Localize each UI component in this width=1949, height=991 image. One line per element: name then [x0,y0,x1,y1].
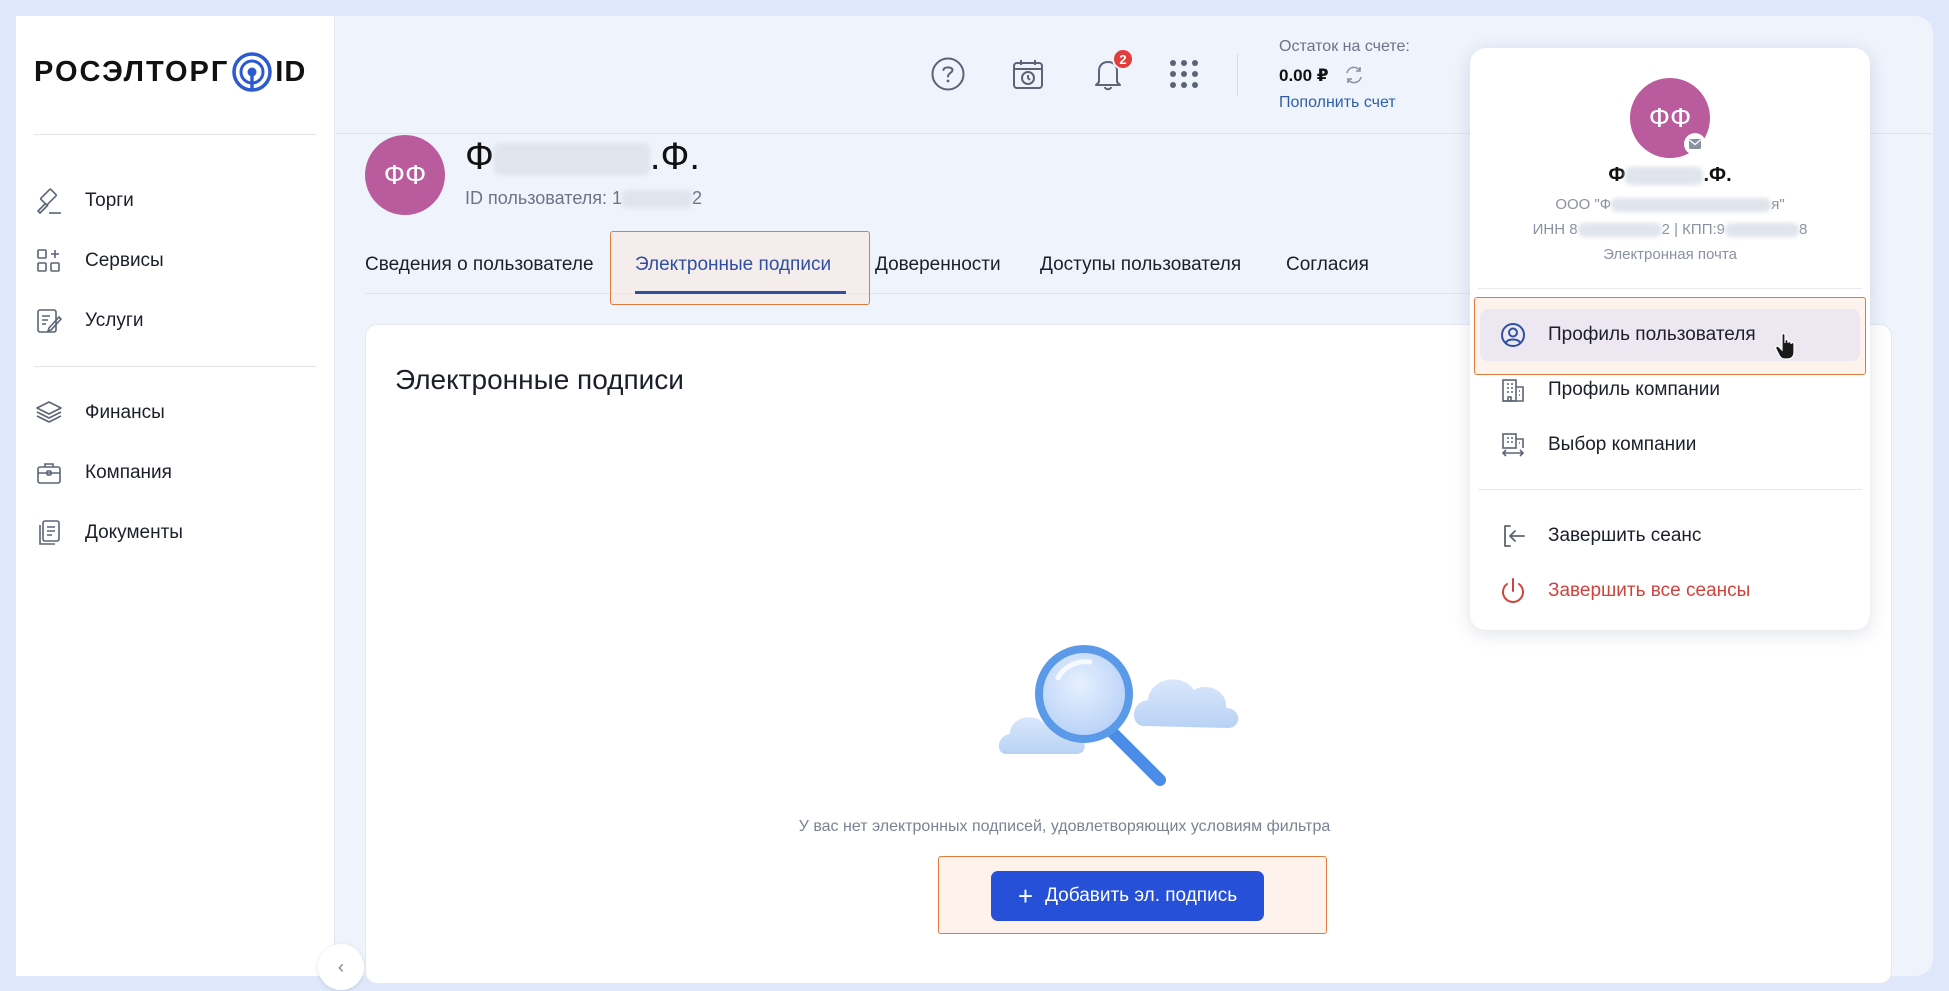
logo[interactable]: РОСЭЛТОРГ ID [34,52,306,92]
mail-badge [1684,133,1706,155]
dropdown-name-end: .Ф. [1703,164,1732,186]
active-tab-underline [635,291,846,294]
notifications-button[interactable]: 2 [1088,48,1134,94]
mail-icon [1689,139,1701,149]
help-button[interactable] [928,54,968,94]
gavel-icon [34,186,64,216]
user-circle-icon [1498,320,1528,350]
add-signature-button[interactable]: + Добавить эл. подпись [991,871,1264,921]
user-id-start: ID пользователя: 1 [465,188,622,208]
menu-item-choose-company[interactable]: Выбор компании [1480,419,1860,471]
logo-mark-icon [232,52,273,92]
hand-cursor-icon [1775,332,1795,360]
sidebar-item-finance[interactable]: Финансы [34,393,314,433]
user-name: Ф .Ф. [465,136,700,179]
dropdown-email: Электронная почта [1603,246,1737,263]
plus-icon: + [1017,881,1034,911]
calendar-clock-icon [1013,60,1043,89]
sidebar-item-services[interactable]: Сервисы [34,241,314,281]
dropdown-inn-start: ИНН 8 [1532,221,1578,238]
dropdown-divider [1478,489,1862,490]
tab-user-access[interactable]: Доступы пользователя [1040,254,1241,276]
user-name-start: Ф [465,136,494,178]
sidebar-item-label: Услуги [85,310,144,331]
notification-badge: 2 [1112,48,1134,70]
grid-plus-icon [34,246,64,276]
power-icon [1498,576,1528,606]
calendar-button[interactable] [1008,54,1048,94]
topup-link[interactable]: Пополнить счет [1279,94,1396,112]
documents-icon [34,518,64,548]
sidebar-item-trades[interactable]: Торги [34,181,314,221]
refresh-icon[interactable] [1343,64,1365,86]
sidebar-item-label: Сервисы [85,250,164,271]
balance-label: Остаток на счете: [1279,38,1410,55]
help-icon [931,57,965,91]
card-title: Электронные подписи [395,364,684,395]
sidebar-divider [34,366,316,367]
sidebar-divider [34,134,316,135]
empty-state-message: У вас нет электронных подписей, удовлетв… [798,818,1331,835]
sidebar-item-label: Документы [85,522,183,543]
tab-consents[interactable]: Согласия [1286,254,1369,276]
sidebar-item-label: Финансы [85,402,165,423]
user-avatar: ФФ [365,135,445,215]
menu-item-label: Завершить сеанс [1548,525,1702,546]
dropdown-inn-mid: 2 | КПП:9 [1661,221,1725,238]
sidebar-item-offerings[interactable]: Услуги [34,301,314,341]
menu-item-logout-all[interactable]: Завершить все сеансы [1480,565,1860,617]
menu-item-label: Профиль компании [1548,379,1721,400]
briefcase-icon [34,458,64,488]
apps-grid-icon [1170,60,1198,88]
menu-item-company-profile[interactable]: Профиль компании [1480,364,1860,416]
add-signature-label: Добавить эл. подпись [1045,885,1238,906]
dropdown-name-start: Ф [1608,164,1626,186]
user-name-end: .Ф. [649,136,700,178]
tab-user-info[interactable]: Сведения о пользователе [365,254,594,276]
dropdown-user-name: Ф .Ф. [1470,164,1870,187]
dropdown-org-name: ООО "Ф я" [1470,196,1870,213]
menu-item-logout[interactable]: Завершить сеанс [1480,510,1860,562]
building-switch-icon [1498,430,1528,460]
sidebar-item-documents[interactable]: Документы [34,513,314,553]
menu-item-user-profile[interactable]: Профиль пользователя [1480,309,1860,361]
edit-document-icon [34,306,64,336]
menu-item-label: Выбор компании [1548,434,1697,455]
logout-icon [1498,521,1528,551]
sidebar-item-label: Компания [85,462,172,483]
dropdown-org-end: я" [1771,196,1785,213]
empty-search-illustration [998,645,1239,786]
redacted-block [1725,223,1799,238]
building-icon [1498,375,1528,405]
redacted-block [1611,198,1772,213]
stack-icon [34,398,64,428]
sidebar-item-label: Торги [85,190,134,211]
user-id-end: 2 [692,188,703,208]
balance-value: 0.00 ₽ [1279,66,1329,85]
dropdown-divider [1478,288,1862,289]
user-id: ID пользователя: 1 2 [465,188,702,209]
redacted-block [1625,166,1704,185]
sidebar-item-company[interactable]: Компания [34,453,314,493]
dropdown-org-start: ООО "Ф [1555,196,1612,213]
logo-text: РОСЭЛТОРГ [34,55,230,88]
tab-signatures[interactable]: Электронные подписи [635,254,831,276]
menu-item-label: Профиль пользователя [1548,324,1756,345]
header-separator [1237,54,1238,96]
redacted-block [1577,223,1662,238]
apps-menu-button[interactable] [1164,54,1204,94]
redacted-block [622,190,692,209]
chevron-left-icon: ‹ [338,956,344,977]
logo-id: ID [275,55,307,88]
dropdown-inn-kpp: ИНН 8 2 | КПП:9 8 [1470,221,1870,238]
tab-powers-of-attorney[interactable]: Доверенности [875,254,1001,276]
menu-item-label: Завершить все сеансы [1548,580,1751,601]
redacted-block [493,142,650,175]
sidebar-collapse-button[interactable]: ‹ [318,944,364,990]
dropdown-inn-end: 8 [1799,221,1808,238]
